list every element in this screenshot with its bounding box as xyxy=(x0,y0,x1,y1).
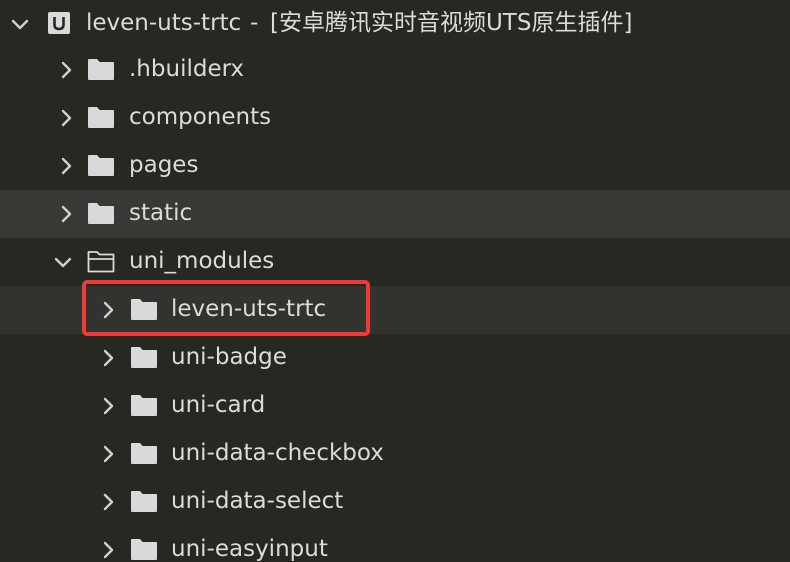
chevron-right-icon[interactable] xyxy=(55,107,77,129)
tree-item-label: pages xyxy=(129,152,199,178)
folder-icon xyxy=(88,155,114,176)
tree-item-label: static xyxy=(129,200,193,226)
chevron-right-icon[interactable] xyxy=(97,299,119,321)
tree-item-uni-data-checkbox[interactable]: uni-data-checkbox xyxy=(0,430,790,478)
chevron-right-icon[interactable] xyxy=(55,59,77,81)
chevron-right-icon[interactable] xyxy=(97,347,119,369)
chevron-right-icon[interactable] xyxy=(97,539,119,561)
folder-icon xyxy=(88,59,114,80)
tree-item-uni-badge[interactable]: uni-badge xyxy=(0,334,790,382)
folder-icon xyxy=(131,539,157,560)
tree-item-label: uni-card xyxy=(171,392,266,418)
folder-icon xyxy=(88,107,114,128)
tree-item-label: uni-easyinput xyxy=(171,536,328,562)
chevron-right-icon[interactable] xyxy=(97,395,119,417)
chevron-down-icon[interactable] xyxy=(52,251,74,273)
tree-item-label: uni-badge xyxy=(171,344,287,370)
chevron-right-icon[interactable] xyxy=(55,203,77,225)
tree-item-label: components xyxy=(129,104,272,130)
tree-item-label: uni-data-select xyxy=(171,488,344,514)
tree-item-label: leven-uts-trtc xyxy=(171,296,327,322)
project-explorer-tree: leven-uts-trtc - [安卓腾讯实时音视频UTS原生插件] .hbu… xyxy=(0,0,790,562)
tree-item-hbuilderx[interactable]: .hbuilderx xyxy=(0,46,790,94)
chevron-down-icon[interactable] xyxy=(9,13,31,35)
tree-item-static[interactable]: static xyxy=(0,190,790,238)
project-separator: - xyxy=(250,10,259,36)
tree-item-uni-easyinput[interactable]: uni-easyinput xyxy=(0,526,790,562)
chevron-right-icon[interactable] xyxy=(97,443,119,465)
tree-item-leven-uts-trtc[interactable]: leven-uts-trtc xyxy=(0,286,790,334)
project-name: leven-uts-trtc xyxy=(86,10,242,36)
folder-icon xyxy=(131,299,157,320)
uniapp-project-icon xyxy=(48,12,70,34)
folder-icon xyxy=(88,203,114,224)
project-description: [安卓腾讯实时音视频UTS原生插件] xyxy=(270,10,633,36)
tree-item-label: uni_modules xyxy=(129,248,275,274)
tree-item-components[interactable]: components xyxy=(0,94,790,142)
tree-item-uni-card[interactable]: uni-card xyxy=(0,382,790,430)
folder-icon xyxy=(131,443,157,464)
tree-item-label: .hbuilderx xyxy=(129,56,245,82)
folder-icon xyxy=(131,395,157,416)
tree-item-uni-data-select[interactable]: uni-data-select xyxy=(0,478,790,526)
folder-icon xyxy=(131,491,157,512)
chevron-right-icon[interactable] xyxy=(55,155,77,177)
chevron-right-icon[interactable] xyxy=(97,491,119,513)
folder-icon xyxy=(131,347,157,368)
tree-item-uni-modules[interactable]: uni_modules xyxy=(0,238,790,286)
folder-open-icon xyxy=(87,251,115,273)
tree-item-label: uni-data-checkbox xyxy=(171,440,384,466)
project-root-row[interactable]: leven-uts-trtc - [安卓腾讯实时音视频UTS原生插件] xyxy=(0,0,790,48)
tree-item-pages[interactable]: pages xyxy=(0,142,790,190)
